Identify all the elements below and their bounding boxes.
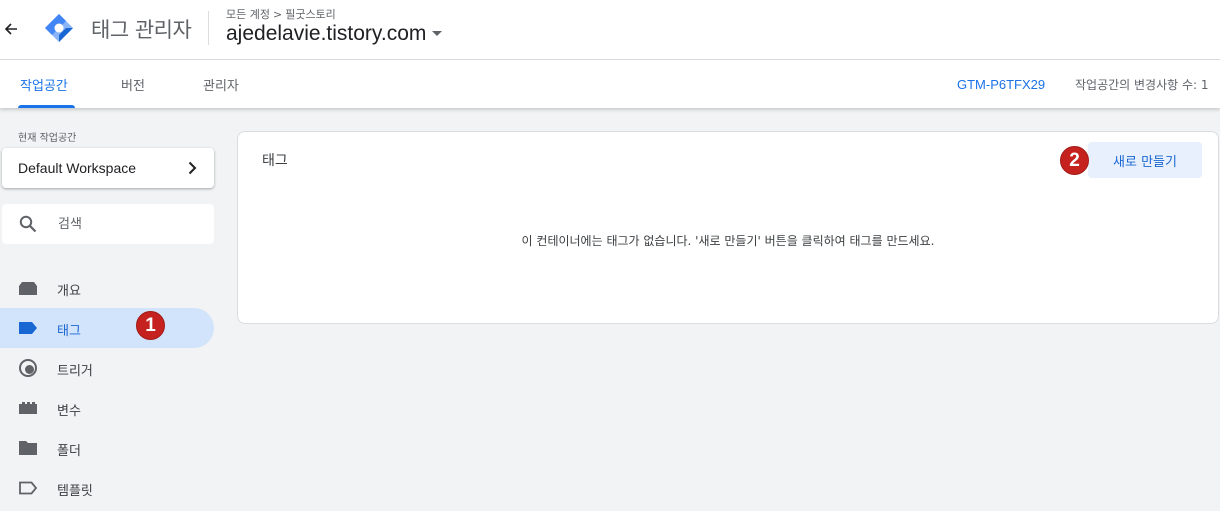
sidebar-item-label: 폴더: [57, 444, 81, 459]
template-icon: [18, 479, 38, 497]
chevron-right-icon: [188, 161, 197, 175]
breadcrumb-separator: >: [272, 7, 283, 21]
trigger-icon: [18, 359, 38, 377]
active-tab-indicator: [18, 105, 75, 108]
app-header: 태그 관리자 모든 계정 > 필굿스토리 ajedelavie.tistory.…: [0, 0, 1220, 60]
sidebar-item-overview[interactable]: 개요: [0, 268, 214, 308]
annotation-marker-2: 2: [1060, 146, 1089, 175]
tab-label: 버전: [121, 78, 145, 94]
sidebar-item-label: 트리거: [57, 364, 93, 379]
container-name: ajedelavie.tistory.com: [226, 22, 427, 45]
sidebar-item-label: 태그: [57, 324, 81, 339]
container-id-link[interactable]: GTM-P6TFX29: [957, 77, 1045, 92]
app-title: 태그 관리자: [91, 18, 192, 42]
empty-state-message: 이 컨테이너에는 태그가 없습니다. '새로 만들기' 버튼을 클릭하여 태그를…: [521, 234, 935, 248]
tag-manager-logo[interactable]: [43, 10, 75, 46]
sidebar-item-label: 템플릿: [57, 484, 93, 499]
breadcrumb-account[interactable]: 모든 계정: [226, 6, 270, 22]
header-divider: [208, 11, 209, 45]
current-workspace-label: 현재 작업공간: [18, 133, 77, 144]
search-icon: [19, 215, 37, 233]
tab-label: 관리자: [203, 78, 239, 94]
variable-icon: [18, 399, 38, 417]
sidebar-item-label: 변수: [57, 404, 81, 419]
workspace-selector[interactable]: Default Workspace: [2, 148, 214, 188]
sidebar-item-tags[interactable]: 태그: [0, 308, 214, 348]
new-tag-button[interactable]: 새로 만들기: [1088, 142, 1202, 178]
container-selector[interactable]: ajedelavie.tistory.com: [226, 22, 443, 46]
sidebar-item-label: 개요: [57, 284, 81, 299]
annotation-marker-1: 1: [136, 311, 165, 340]
tab-versions[interactable]: 버전: [107, 60, 159, 108]
sidebar-item-variables[interactable]: 변수: [0, 388, 214, 428]
breadcrumb: 모든 계정 > 필굿스토리: [226, 6, 336, 22]
tag-icon: [18, 319, 38, 337]
tab-workspace[interactable]: 작업공간: [6, 60, 82, 108]
overview-icon: [18, 279, 38, 297]
search-box[interactable]: [2, 204, 214, 244]
arrow-back-icon: [4, 23, 17, 35]
workspace-name: Default Workspace: [18, 160, 137, 176]
card-title: 태그: [262, 153, 288, 169]
back-button[interactable]: [2, 18, 20, 40]
tab-label: 작업공간: [20, 78, 68, 94]
sidebar-item-folders[interactable]: 폴더: [0, 428, 214, 468]
breadcrumb-property[interactable]: 필굿스토리: [285, 6, 336, 22]
folder-icon: [18, 439, 38, 457]
tab-admin[interactable]: 관리자: [189, 60, 253, 108]
workspace-changes-count: 작업공간의 변경사항 수: 1: [1075, 78, 1209, 92]
sidebar-item-templates[interactable]: 템플릿: [0, 468, 214, 508]
tab-bar: 작업공간 버전 관리자 GTM-P6TFX29 작업공간의 변경사항 수: 1: [0, 60, 1220, 108]
caret-down-icon: [432, 31, 443, 36]
sidebar-item-triggers[interactable]: 트리거: [0, 348, 214, 388]
search-input[interactable]: [58, 214, 198, 234]
